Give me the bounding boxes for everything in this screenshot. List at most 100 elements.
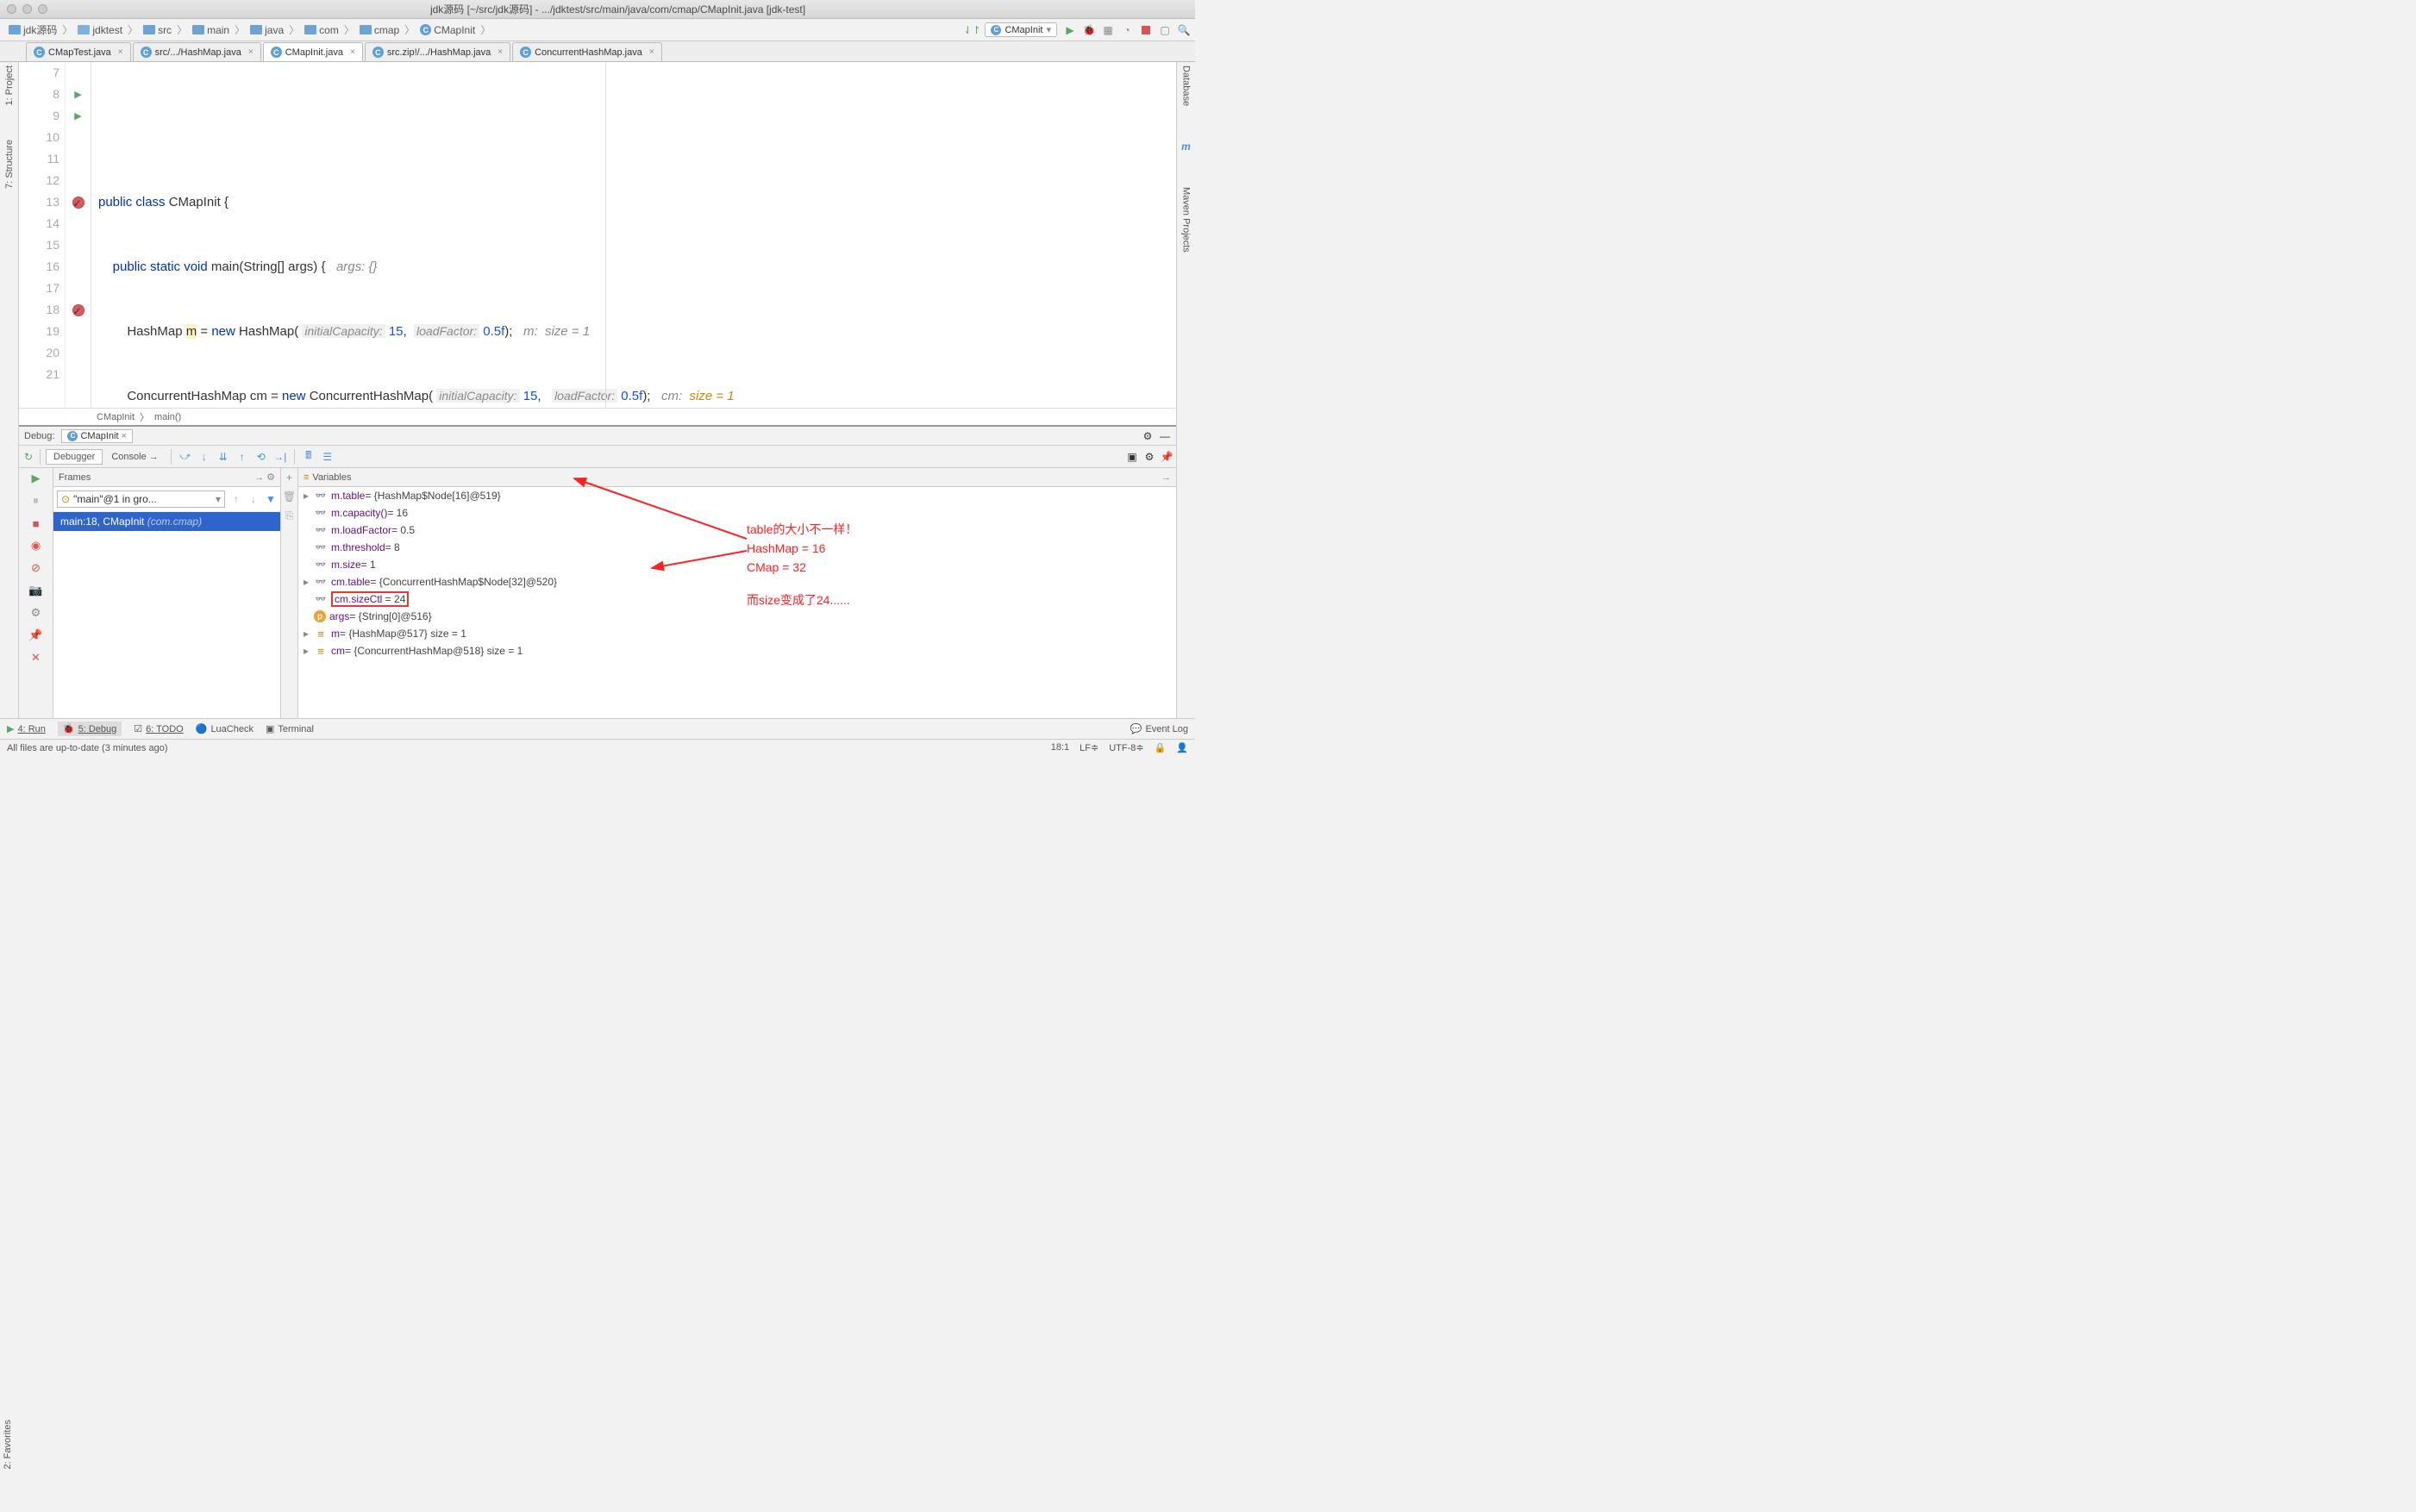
stack-frame-row[interactable]: main:18, CMapInit (com.cmap) xyxy=(53,512,280,531)
force-step-into-icon[interactable]: ⇊ xyxy=(215,448,232,465)
run-to-cursor-icon[interactable]: →| xyxy=(272,448,289,465)
close-dot[interactable] xyxy=(7,4,16,14)
stop-icon[interactable] xyxy=(1140,24,1152,36)
debug-panel: Debug: CCMapInit × ⚙ — ↻ Debugger Consol… xyxy=(19,425,1176,718)
traffic-lights xyxy=(7,4,47,14)
toolwindow-favorites[interactable]: 2: Favorites xyxy=(0,1415,16,1474)
editor-breadcrumb[interactable]: CMapInit〉main() xyxy=(19,408,1176,425)
search-icon[interactable]: 🔍 xyxy=(1178,24,1190,36)
caret-position[interactable]: 18:1 xyxy=(1051,742,1069,753)
coverage-icon[interactable]: ▦ xyxy=(1102,24,1114,36)
new-watch-icon[interactable]: + xyxy=(286,472,292,484)
step-out-icon[interactable]: ↑ xyxy=(234,448,251,465)
resume-icon[interactable]: ▶ xyxy=(29,472,43,485)
checkout-icon[interactable]: ⇃↾ xyxy=(966,24,978,36)
run-gutter-icon[interactable]: ▶ xyxy=(74,110,81,122)
get-thread-dump-icon[interactable]: 📷 xyxy=(29,584,43,597)
variable-row[interactable]: 👓cm.sizeCtl = 24 xyxy=(298,590,1176,608)
variable-row[interactable]: 👓m.loadFactor = 0.5 xyxy=(298,522,1176,539)
tab-debugger[interactable]: Debugger xyxy=(46,449,103,465)
inspect-icon[interactable]: 🔒 xyxy=(1155,742,1167,753)
restore-layout-icon[interactable]: ▣ xyxy=(1126,451,1138,463)
filter-icon[interactable]: ▼ xyxy=(265,493,277,505)
encoding[interactable]: UTF-8≑ xyxy=(1109,742,1143,753)
stop-icon[interactable]: ■ xyxy=(29,516,43,530)
line-gutter[interactable]: 789101112131415161718192021 xyxy=(19,62,66,408)
minimize-icon[interactable]: — xyxy=(1159,430,1171,442)
breakpoint-icon[interactable]: ✓ xyxy=(72,304,84,316)
tool-eventlog[interactable]: 💬Event Log xyxy=(1130,723,1188,734)
variable-row[interactable]: ▸≡m = {HashMap@517} size = 1 xyxy=(298,625,1176,642)
tool-terminal[interactable]: ▣Terminal xyxy=(266,723,314,734)
pin-icon[interactable]: 📌 xyxy=(1161,451,1173,463)
settings2-icon[interactable]: ⚙ xyxy=(29,606,43,620)
debug-label: Debug: xyxy=(24,431,54,441)
breadcrumb[interactable]: jdk源码〉 jdktest〉 src〉 main〉 java〉 com〉 cm… xyxy=(5,22,491,38)
next-frame-icon[interactable]: ↓ xyxy=(247,493,260,505)
drop-frame-icon[interactable]: ⟲ xyxy=(253,448,270,465)
left-toolwindow-bar[interactable]: 1: Project 7: Structure xyxy=(0,62,19,718)
view-breakpoints-icon[interactable]: ◉ xyxy=(29,539,43,553)
pin2-icon[interactable]: 📌 xyxy=(29,628,43,642)
class-icon: C xyxy=(420,24,431,35)
left-bottom-bar[interactable]: 2: Favorites xyxy=(0,1415,19,1474)
thread-selector[interactable]: ⊙"main"@1 in gro...▾ xyxy=(57,490,225,508)
tab-srczip-hashmap[interactable]: Csrc.zip!/.../HashMap.java× xyxy=(365,42,510,61)
line-ending[interactable]: LF≑ xyxy=(1080,742,1098,753)
close-icon[interactable]: × xyxy=(347,47,355,57)
close-icon[interactable]: × xyxy=(646,47,654,57)
variable-row[interactable]: pargs = {String[0]@516} xyxy=(298,608,1176,625)
tool-todo[interactable]: ☑6: TODO xyxy=(134,723,183,734)
status-message: All files are up-to-date (3 minutes ago) xyxy=(7,743,167,753)
evaluate-icon[interactable]: 🖩 xyxy=(300,448,317,465)
right-toolwindow-bar[interactable]: Database m Maven Projects xyxy=(1176,62,1195,718)
run-gutter-icon[interactable]: ▶ xyxy=(74,89,81,100)
run-icon[interactable]: ▶ xyxy=(1064,24,1076,36)
close-icon[interactable]: × xyxy=(494,47,503,57)
min-dot[interactable] xyxy=(22,4,32,14)
trace-icon[interactable]: ☰ xyxy=(319,448,336,465)
tool-debug[interactable]: 🐞5: Debug xyxy=(58,722,122,736)
variable-row[interactable]: 👓m.capacity() = 16 xyxy=(298,504,1176,522)
toolwindow-maven[interactable]: Maven Projects xyxy=(1181,187,1192,253)
debug-icon[interactable]: 🐞 xyxy=(1083,24,1095,36)
settings-icon[interactable]: ⚙ xyxy=(1143,451,1155,463)
tab-cmaptest[interactable]: CCMapTest.java× xyxy=(26,42,131,61)
close-icon[interactable]: × xyxy=(245,47,253,57)
max-dot[interactable] xyxy=(38,4,47,14)
close-icon[interactable]: × xyxy=(115,47,123,57)
tab-cmapinit[interactable]: CCMapInit.java× xyxy=(263,42,363,61)
code-area[interactable]: public class CMapInit { public static vo… xyxy=(91,62,1176,408)
step-into-icon[interactable]: ↓ xyxy=(196,448,213,465)
debug-session-tab[interactable]: CCMapInit × xyxy=(61,429,132,443)
mute-breakpoints-icon[interactable]: ⊘ xyxy=(29,561,43,575)
tab-console[interactable]: Console → xyxy=(104,450,165,464)
gear-icon[interactable]: ⚙ xyxy=(1142,430,1154,442)
tool-luacheck[interactable]: 🔵LuaCheck xyxy=(196,723,253,734)
layout-icon[interactable]: ▢ xyxy=(1159,24,1171,36)
variable-row[interactable]: 👓m.threshold = 8 xyxy=(298,539,1176,556)
profile-icon[interactable]: ◔ xyxy=(1121,24,1133,36)
toolwindow-project[interactable]: 1: Project xyxy=(4,66,15,105)
remove-watch-icon[interactable]: 🗑 xyxy=(283,490,296,503)
run-config-selector[interactable]: C CMapInit ▾ xyxy=(985,22,1057,37)
close2-icon[interactable]: ✕ xyxy=(29,651,43,665)
gutter-markers[interactable]: ▶ ▶ ✓ ✓ xyxy=(66,62,91,408)
variable-row[interactable]: ▸👓cm.table = {ConcurrentHashMap$Node[32]… xyxy=(298,573,1176,590)
inspection-icon[interactable]: 👤 xyxy=(1176,742,1188,753)
rerun-icon[interactable]: ↻ xyxy=(22,451,34,463)
annotation-text: table的大小不一样！ HashMap = 16 CMap = 32 而siz… xyxy=(747,520,857,609)
copy-icon[interactable]: ⎘ xyxy=(285,509,294,522)
tool-run[interactable]: ▶4: Run xyxy=(7,723,46,734)
tab-hashmap[interactable]: Csrc/.../HashMap.java× xyxy=(133,42,261,61)
variable-row[interactable]: ▸👓m.table = {HashMap$Node[16]@519} xyxy=(298,487,1176,504)
variable-row[interactable]: ▸≡cm = {ConcurrentHashMap@518} size = 1 xyxy=(298,642,1176,659)
pause-icon[interactable]: ⏸ xyxy=(29,494,43,508)
toolwindow-database[interactable]: Database xyxy=(1181,66,1192,106)
tab-concurrenthashmap[interactable]: CConcurrentHashMap.java× xyxy=(512,42,662,61)
variable-row[interactable]: 👓m.size = 1 xyxy=(298,556,1176,573)
step-over-icon[interactable]: ⤻ xyxy=(177,448,194,465)
prev-frame-icon[interactable]: ↑ xyxy=(230,493,242,505)
toolwindow-structure[interactable]: 7: Structure xyxy=(4,140,15,189)
breakpoint-icon[interactable]: ✓ xyxy=(72,197,84,209)
